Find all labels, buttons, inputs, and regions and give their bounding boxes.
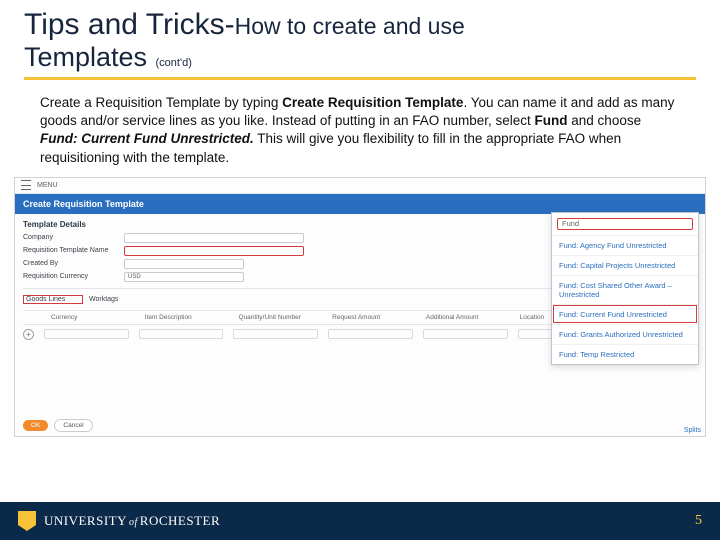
page-number: 5 (695, 513, 702, 529)
slide-title: Tips and Tricks-How to create and use Te… (0, 0, 720, 73)
dropdown-item-selected[interactable]: Fund: Current Fund Unrestricted (552, 304, 698, 324)
mock-topbar: MENU (15, 178, 705, 194)
label-req-currency: Requisition Currency (23, 273, 118, 280)
dropdown-item[interactable]: Fund: Grants Authorized Unrestricted (552, 324, 698, 344)
field-created-by[interactable] (124, 259, 244, 269)
footer-univ-pre: UNIVERSITY (44, 513, 127, 528)
hamburger-icon[interactable] (21, 180, 31, 190)
col-additional-amount: Additional Amount (426, 314, 510, 321)
university-logo: UNIVERSITYofROCHESTER (18, 511, 220, 531)
body-text: Create a Requisition Template by typing (40, 95, 282, 110)
cell-input[interactable] (328, 329, 413, 339)
body-text: and choose (568, 113, 642, 128)
dropdown-item[interactable]: Fund: Cost Shared Other Award – Unrestri… (552, 275, 698, 304)
mock-header-bar: Create Requisition Template (15, 194, 705, 214)
title-line2: Templates (24, 42, 147, 72)
field-company[interactable] (124, 233, 304, 243)
ok-button[interactable]: OK (23, 420, 48, 431)
dropdown-item[interactable]: Fund: Agency Fund Unrestricted (552, 235, 698, 255)
label-company: Company (23, 234, 118, 241)
add-row-icon[interactable]: + (23, 329, 34, 340)
slide-footer: UNIVERSITYofROCHESTER 5 (0, 502, 720, 540)
screenshot-mock: MENU Create Requisition Template Templat… (14, 177, 706, 437)
col-currency: Currency (51, 314, 135, 321)
col-0 (23, 314, 41, 321)
cell-input[interactable] (233, 329, 318, 339)
dropdown-item[interactable]: Fund: Temp Restricted (552, 344, 698, 364)
tab-worktags[interactable]: Worktags (89, 296, 139, 303)
mock-menu-label: MENU (37, 182, 58, 189)
cell-input[interactable] (423, 329, 508, 339)
tab-goods-lines[interactable]: Goods Lines (23, 295, 83, 304)
body-bold-1: Create Requisition Template (282, 95, 463, 110)
cancel-button[interactable]: Cancel (54, 419, 92, 432)
title-prefix: Tips and Tricks- (24, 8, 235, 41)
cell-input[interactable] (139, 329, 224, 339)
body-bold-italic: Fund: Current Fund Unrestricted. (40, 131, 254, 146)
dropdown-item[interactable]: Fund: Capital Projects Unrestricted (552, 255, 698, 275)
field-req-template-name[interactable] (124, 246, 304, 256)
mock-header-title: Create Requisition Template (23, 199, 144, 209)
title-suffix: How to create and use (235, 13, 465, 39)
dropdown-search[interactable]: Fund (557, 218, 693, 230)
cell-input[interactable] (44, 329, 129, 339)
col-item-description: Item Description (145, 314, 229, 321)
col-quantity: Quantity/Unit Number (238, 314, 322, 321)
dropdown-search-text: Fund (562, 219, 579, 228)
title-contd: (cont'd) (156, 57, 192, 69)
body-bold-2: Fund (535, 113, 568, 128)
shield-icon (18, 511, 36, 531)
label-req-template-name: Requisition Template Name (23, 247, 118, 254)
fund-dropdown: Fund Fund: Agency Fund Unrestricted Fund… (551, 212, 699, 365)
label-created-by: Created By (23, 260, 118, 267)
col-request-amount: Request Amount (332, 314, 416, 321)
body-paragraph: Create a Requisition Template by typing … (0, 80, 720, 167)
mock-footer-buttons: OK Cancel (23, 419, 93, 432)
footer-univ-post: ROCHESTER (140, 513, 220, 528)
footer-univ-of: of (129, 517, 138, 528)
field-req-currency[interactable]: USD (124, 272, 244, 282)
splits-link[interactable]: Splits (684, 427, 701, 434)
